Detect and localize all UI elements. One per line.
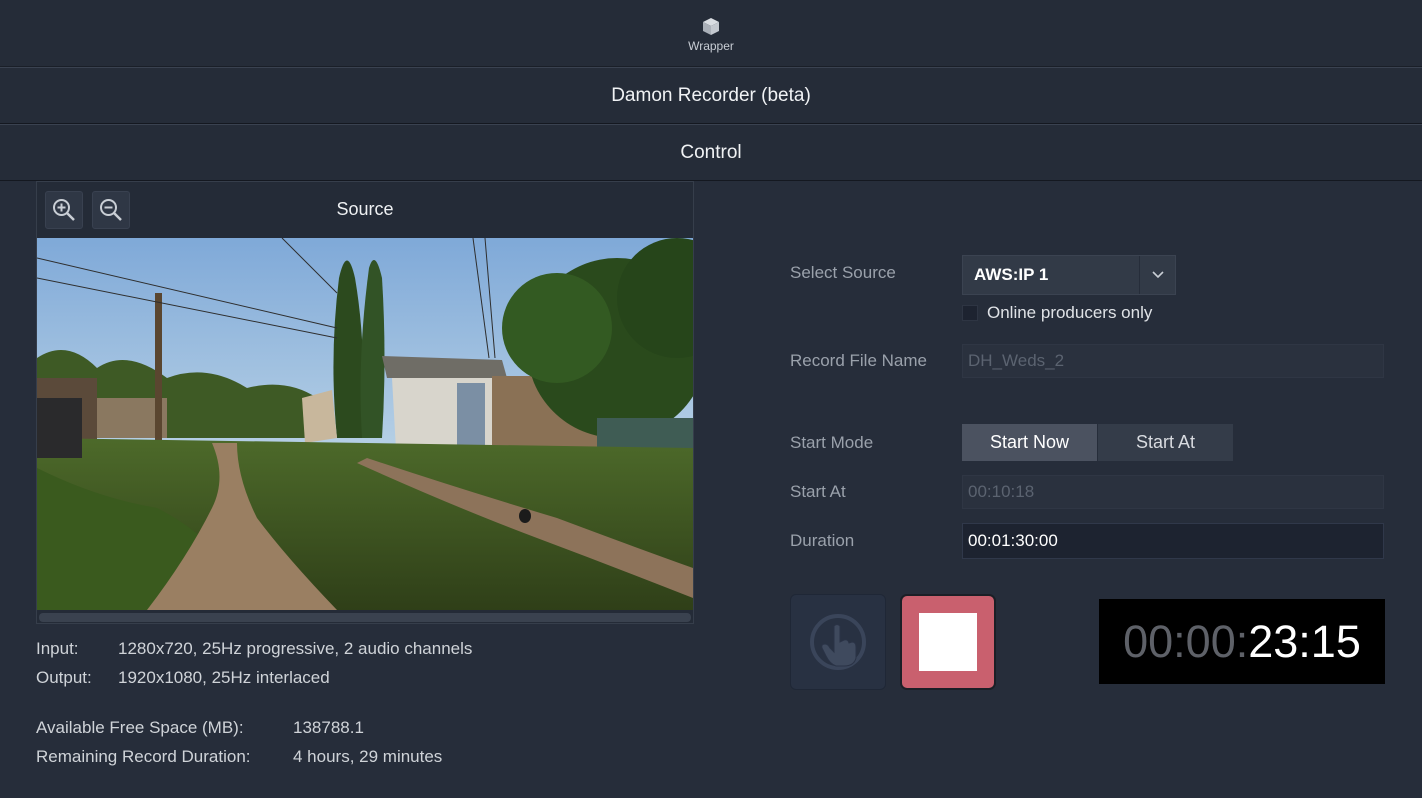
- online-producers-row[interactable]: Online producers only: [962, 303, 1152, 323]
- source-header: Source: [37, 182, 693, 238]
- source-title: Source: [336, 199, 394, 219]
- record-file-name-input[interactable]: DH_Weds_2: [962, 344, 1384, 378]
- app-header: Wrapper: [0, 0, 1422, 67]
- select-source-label: Select Source: [790, 263, 896, 282]
- remaining-duration-row: Remaining Record Duration: 4 hours, 29 mi…: [36, 747, 442, 767]
- duration-input[interactable]: 00:01:30:00: [962, 523, 1384, 559]
- start-at-label: Start At: [790, 482, 846, 501]
- start-at-button[interactable]: Start At: [1098, 424, 1233, 461]
- input-label: Input:: [36, 639, 79, 658]
- video-preview[interactable]: [37, 238, 693, 610]
- stop-button[interactable]: [900, 594, 996, 690]
- cube-icon[interactable]: [701, 16, 721, 36]
- duration-label: Duration: [790, 531, 855, 550]
- video-frame: [37, 238, 693, 610]
- recorder-title: Damon Recorder (beta): [611, 84, 811, 106]
- record-file-name-placeholder: DH_Weds_2: [968, 351, 1065, 370]
- start-now-button[interactable]: Start Now: [962, 424, 1097, 461]
- timer-elapsed-bright: 23:15: [1248, 615, 1361, 667]
- input-info-row: Input: 1280x720, 25Hz progressive, 2 audi…: [36, 639, 472, 659]
- app-label[interactable]: Wrapper: [688, 39, 734, 53]
- video-scrollbar[interactable]: [39, 613, 691, 622]
- source-select[interactable]: AWS:IP 1: [962, 255, 1176, 295]
- free-space-row: Available Free Space (MB): 138788.1: [36, 718, 364, 738]
- main-content: Source Input: 1280x720, 25Hz progressive…: [0, 181, 1422, 798]
- record-file-name-label: Record File Name: [790, 351, 927, 370]
- online-producers-label[interactable]: Online producers only: [987, 303, 1152, 323]
- output-label: Output:: [36, 668, 92, 687]
- free-space-label: Available Free Space (MB):: [36, 718, 244, 737]
- input-value: 1280x720, 25Hz progressive, 2 audio chan…: [118, 639, 473, 658]
- remaining-duration-value: 4 hours, 29 minutes: [293, 747, 443, 766]
- hand-touch-icon: [810, 614, 866, 670]
- control-title: Control: [680, 141, 742, 163]
- start-at-input[interactable]: 00:10:18: [962, 475, 1384, 509]
- source-select-value: AWS:IP 1: [974, 265, 1049, 284]
- output-info-row: Output: 1920x1080, 25Hz interlaced: [36, 668, 330, 688]
- remaining-duration-label: Remaining Record Duration:: [36, 747, 251, 766]
- duration-value: 00:01:30:00: [968, 531, 1058, 550]
- stop-icon: [919, 613, 977, 671]
- free-space-value: 138788.1: [293, 718, 364, 737]
- source-panel: Source: [36, 181, 694, 624]
- record-button[interactable]: [790, 594, 886, 690]
- start-at-value: 00:10:18: [968, 482, 1035, 501]
- control-section-bar[interactable]: Control: [0, 124, 1422, 181]
- output-value: 1920x1080, 25Hz interlaced: [118, 668, 330, 687]
- recorder-title-bar[interactable]: Damon Recorder (beta): [0, 67, 1422, 124]
- recording-timer: 00:00: 23:15: [1099, 599, 1385, 684]
- online-producers-checkbox[interactable]: [962, 305, 978, 321]
- start-mode-label: Start Mode: [790, 433, 874, 452]
- chevron-down-icon[interactable]: [1139, 256, 1175, 294]
- timer-elapsed-dim: 00:00:: [1123, 615, 1249, 667]
